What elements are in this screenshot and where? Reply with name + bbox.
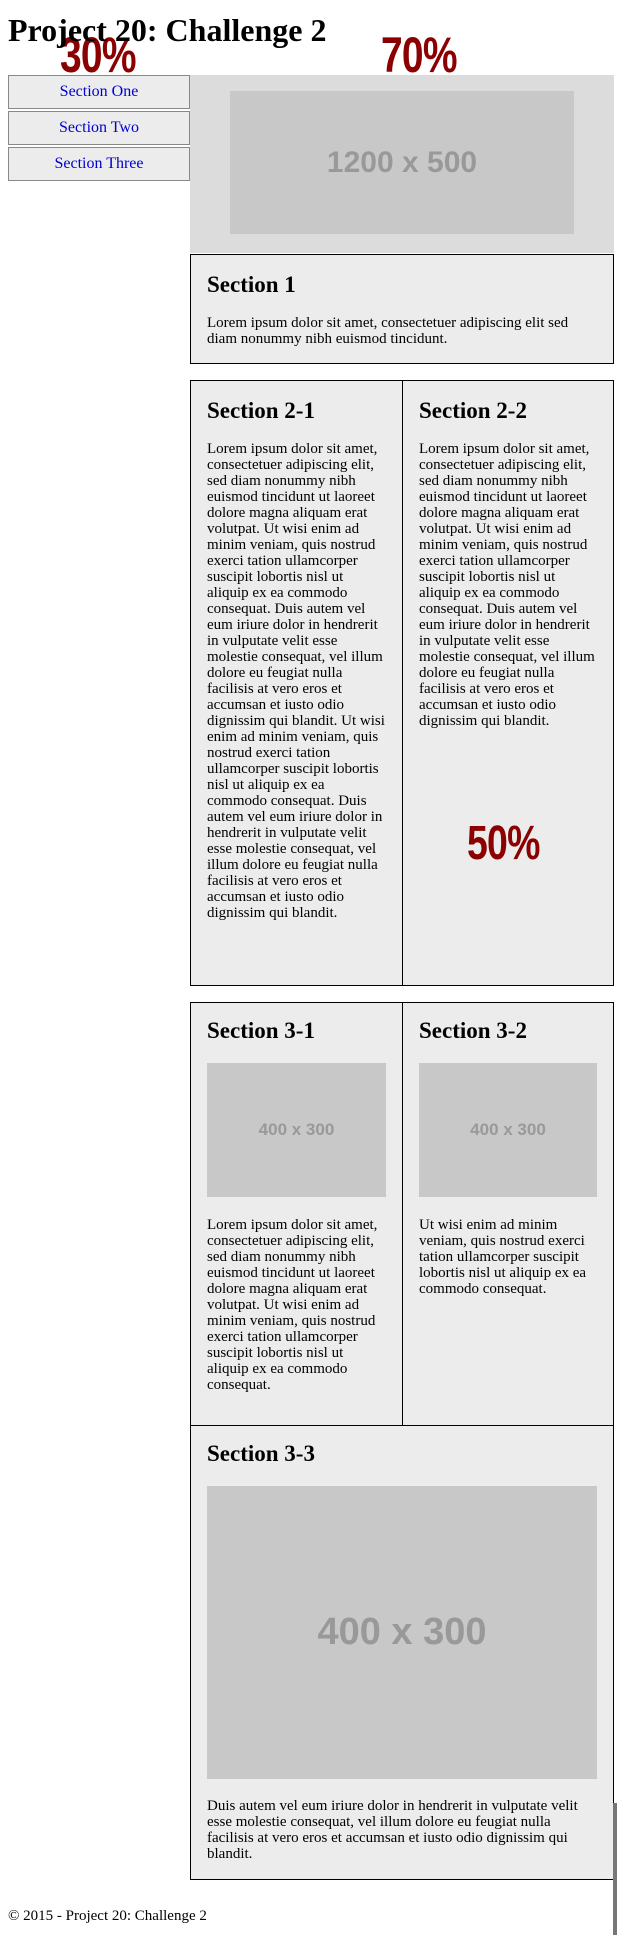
section-3-2-text: Ut wisi enim ad minim veniam, quis nostr…	[419, 1217, 587, 1297]
page-title: Project 20: Challenge 2	[8, 12, 327, 48]
section-3-3-image-placeholder: 400 x 300	[207, 1486, 597, 1779]
section-3-1-text: Lorem ipsum dolor sit amet, consectetuer…	[207, 1217, 378, 1393]
section-3-2-heading: Section 3-2	[419, 1018, 527, 1043]
hero-image-placeholder: 1200 x 500	[230, 91, 574, 234]
section-3-2-image-placeholder: 400 x 300	[419, 1063, 597, 1197]
section-3-2: Section 3-2 400 x 300 Ut wisi enim ad mi…	[402, 1002, 614, 1426]
section-2-1: Section 2-1 Lorem ipsum dolor sit amet, …	[190, 380, 403, 986]
section-2-2: Section 2-2 Lorem ipsum dolor sit amet, …	[402, 380, 614, 986]
section-3-1: Section 3-1 400 x 300 Lorem ipsum dolor …	[190, 1002, 403, 1426]
section-nav: Section One Section Two Section Three	[8, 75, 190, 183]
hero-banner: 1200 x 500	[190, 75, 614, 253]
page-scrollbar-thumb[interactable]	[613, 1803, 617, 1935]
section-2-2-heading: Section 2-2	[419, 398, 527, 423]
section-2-1-text: Lorem ipsum dolor sit amet, consectetuer…	[207, 441, 385, 921]
section-2-1-heading: Section 2-1	[207, 398, 315, 423]
section-1: Section 1 Lorem ipsum dolor sit amet, co…	[190, 254, 614, 364]
section-1-heading: Section 1	[207, 272, 296, 297]
overlay-percent-50: 50%	[467, 817, 540, 870]
section-3-3-text: Duis autem vel eum iriure dolor in hendr…	[207, 1798, 578, 1862]
section-3-3: Section 3-3 400 x 300 Duis autem vel eum…	[190, 1425, 614, 1880]
overlay-percent-70: 70%	[381, 27, 458, 83]
section-3-1-heading: Section 3-1	[207, 1018, 315, 1043]
section-3-1-image-placeholder: 400 x 300	[207, 1063, 386, 1197]
section-2-2-text: Lorem ipsum dolor sit amet, consectetuer…	[419, 441, 595, 729]
section-1-text: Lorem ipsum dolor sit amet, consectetuer…	[207, 315, 569, 347]
section-3-3-heading: Section 3-3	[207, 1441, 315, 1466]
nav-link-section-three[interactable]: Section Three	[8, 147, 190, 181]
page-footer: © 2015 - Project 20: Challenge 2	[8, 1908, 207, 1924]
nav-link-section-two[interactable]: Section Two	[8, 111, 190, 145]
